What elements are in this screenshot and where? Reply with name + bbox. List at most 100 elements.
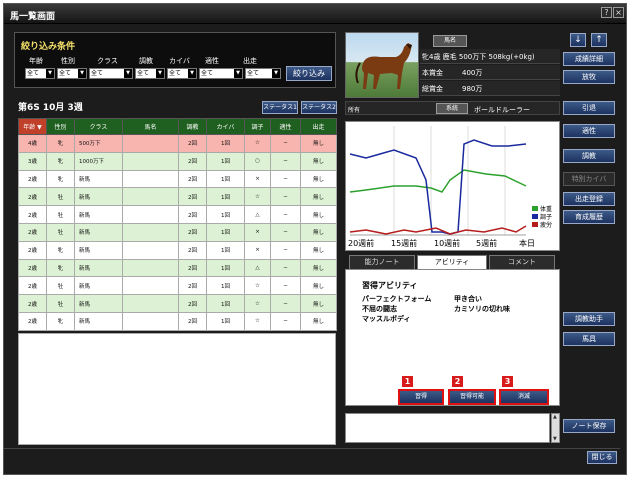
select-class[interactable]: 全て ▼ <box>89 68 133 79</box>
select-age[interactable]: 全て ▼ <box>25 68 55 79</box>
table-cell: 2歳 <box>18 276 47 296</box>
table-cell: 牡 <box>46 187 75 207</box>
callout-badge-3: 3 <box>501 375 514 388</box>
pasture-button[interactable]: 放牧 <box>563 70 615 84</box>
table-cell: − <box>270 134 301 153</box>
race-entry-button[interactable]: 出走登録 <box>563 192 615 206</box>
select-sex[interactable]: 全て ▼ <box>57 68 87 79</box>
save-note-button[interactable]: ノート保存 <box>563 419 615 433</box>
table-cell: × <box>244 222 271 242</box>
chevron-down-icon: ▼ <box>188 69 196 78</box>
table-cell: 2歳 <box>18 258 47 278</box>
training-assistant-button[interactable]: 調教助手 <box>563 312 615 326</box>
lost-button[interactable]: 消滅 <box>499 389 549 405</box>
column-header[interactable]: クラス <box>74 118 123 135</box>
scroll-up-icon[interactable]: ▲ <box>553 414 557 420</box>
filter-label-aptitude: 適性 <box>205 57 219 65</box>
table-cell: 1回 <box>206 169 245 189</box>
tab-abilities[interactable]: アビリティ <box>417 255 487 269</box>
table-header-row: 年齢 ▼ 性別 クラス 馬名 調教 カイバ 調子 適性 出走 <box>18 118 337 135</box>
close-window-button[interactable]: × <box>613 7 624 18</box>
tab-comments[interactable]: コメント <box>489 255 555 269</box>
table-cell <box>122 258 179 278</box>
table-cell: 2回 <box>178 258 207 278</box>
lineage-button[interactable]: 系統 <box>436 103 468 114</box>
table-row[interactable]: 2歳牡新馬 2回 1回 ☆ − 無し <box>18 276 337 296</box>
table-cell: 牡 <box>46 205 75 224</box>
column-header[interactable]: 年齢 ▼ <box>18 118 47 135</box>
next-horse-button[interactable]: ↓ <box>570 33 586 47</box>
column-header[interactable]: 出走 <box>300 118 337 135</box>
learned-button[interactable]: 習得 <box>398 389 444 405</box>
tack-button[interactable]: 馬具 <box>563 332 615 346</box>
column-header[interactable]: 馬名 <box>122 118 179 135</box>
column-header[interactable]: 性別 <box>46 118 75 135</box>
column-header[interactable]: カイバ <box>206 118 245 135</box>
table-cell: 無し <box>300 276 337 296</box>
column-header[interactable]: 調教 <box>178 118 207 135</box>
table-row[interactable]: 2歳牝新馬 2回 1回 △ − 無し <box>18 258 337 278</box>
table-row[interactable]: 2歳牝新馬 2回 1回 × − 無し <box>18 169 337 189</box>
help-button[interactable]: ? <box>601 7 612 18</box>
table-cell <box>122 151 179 171</box>
table-cell: 2歳 <box>18 205 47 224</box>
select-entry[interactable]: 全て ▼ <box>245 68 281 79</box>
status1-button[interactable]: ステータス1 <box>262 101 298 114</box>
chevron-down-icon: ▼ <box>124 69 132 78</box>
apply-filter-button[interactable]: 絞り込み <box>286 66 332 81</box>
learnable-button[interactable]: 習得可能 <box>448 389 496 405</box>
table-cell: 無し <box>300 205 337 224</box>
table-empty-area <box>18 333 336 445</box>
column-header[interactable]: 調子 <box>244 118 271 135</box>
filter-label-training: 調教 <box>139 57 153 65</box>
status-chart-svg: 20週前 15週前 10週前 5週前 本日 体重 調子 疲労 <box>346 122 559 250</box>
filter-label-sex: 性別 <box>61 57 75 65</box>
table-row[interactable]: 2歳牡新馬 2回 1回 △ − 無し <box>18 205 337 224</box>
table-row[interactable]: 2歳牡新馬 2回 1回 ☆ − 無し <box>18 187 337 207</box>
results-detail-button[interactable]: 成績詳細 <box>563 52 615 66</box>
table-cell: 500万下 <box>74 134 123 153</box>
horse-icon <box>355 43 412 89</box>
table-cell: ○ <box>244 151 271 171</box>
scroll-down-icon[interactable]: ▼ <box>553 436 557 442</box>
aptitude-button[interactable]: 適性 <box>563 124 615 138</box>
training-button[interactable]: 調教 <box>563 149 615 163</box>
table-cell: 新馬 <box>74 187 123 207</box>
chevron-down-icon: ▼ <box>78 69 86 78</box>
table-row[interactable]: 4歳牝 500万下 2回 1回 ☆ − 無し <box>18 134 337 153</box>
select-aptitude[interactable]: 全て ▼ <box>199 68 243 79</box>
table-row[interactable]: 2歳牡新馬 2回 1回 × − 無し <box>18 222 337 242</box>
table-cell: − <box>270 311 301 331</box>
lineage-value: ボールドルーラー <box>474 106 530 114</box>
column-header[interactable]: 適性 <box>270 118 301 135</box>
table-row[interactable]: 2歳牡新馬 2回 1回 ☆ − 無し <box>18 294 337 313</box>
table-cell: 1回 <box>206 205 245 224</box>
select-feed[interactable]: 全て ▼ <box>167 68 197 79</box>
info-row-total-prize: 総賞金 980万 <box>420 81 560 96</box>
table-row[interactable]: 3歳牝 1000万下 2回 1回 ○ − 無し <box>18 151 337 171</box>
special-feed-button[interactable]: 特別カイバ <box>563 172 615 186</box>
skill-item: マッスルボディ <box>362 315 411 323</box>
legend-swatch-condition <box>532 214 538 219</box>
table-cell: 2回 <box>178 169 207 189</box>
table-cell: 新馬 <box>74 205 123 224</box>
status2-button[interactable]: ステータス2 <box>301 101 337 114</box>
prev-horse-button[interactable]: ↑ <box>591 33 607 47</box>
close-button[interactable]: 閉じる <box>587 451 617 464</box>
table-cell <box>122 240 179 260</box>
table-cell: 2回 <box>178 134 207 153</box>
table-row[interactable]: 2歳牝新馬 2回 1回 ☆ − 無し <box>18 311 337 331</box>
table-cell: 無し <box>300 294 337 313</box>
table-cell: 新馬 <box>74 311 123 331</box>
bottom-divider <box>4 448 620 449</box>
table-cell: 無し <box>300 151 337 171</box>
note-textarea[interactable] <box>345 413 550 443</box>
tab-ability-notes[interactable]: 能力ノート <box>349 255 415 269</box>
table-cell: 2歳 <box>18 222 47 242</box>
retire-button[interactable]: 引退 <box>563 101 615 115</box>
table-row[interactable]: 2歳牝新馬 2回 1回 × − 無し <box>18 240 337 260</box>
training-history-button[interactable]: 育成履歴 <box>563 210 615 224</box>
filter-label-class: クラス <box>97 57 118 65</box>
select-training[interactable]: 全て ▼ <box>135 68 165 79</box>
note-scrollbar[interactable]: ▲ ▼ <box>551 413 560 443</box>
